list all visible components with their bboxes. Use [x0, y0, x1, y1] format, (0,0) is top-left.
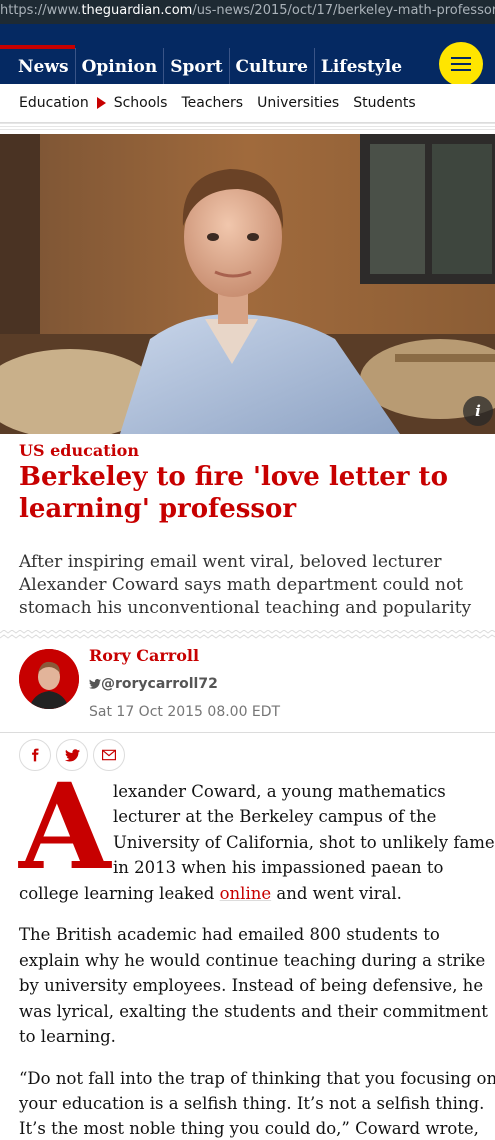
- body-line: The British academic had emailed 800 stu…: [19, 925, 440, 944]
- body-line: was lyrical, exalting the students and t…: [19, 1002, 488, 1021]
- body-line: It’s the most noble thing you could do,”…: [19, 1119, 479, 1138]
- subnav-link-schools[interactable]: Schools: [114, 95, 168, 111]
- publish-date: Sat 17 Oct 2015 08.00 EDT: [89, 704, 281, 720]
- pillar-list: News Opinion Sport Culture Lifestyle: [0, 45, 408, 84]
- pillar-news[interactable]: News: [0, 45, 75, 84]
- body-line: in 2013 when his impassioned paean to: [113, 858, 444, 877]
- body-line: University of California, shot to unlike…: [113, 833, 495, 852]
- hamburger-icon: [451, 57, 471, 59]
- subnav-link-students[interactable]: Students: [353, 95, 415, 111]
- body-line: lexander Coward, a young mathematics: [113, 782, 446, 801]
- url-bar[interactable]: https://www.theguardian.com/us-news/2015…: [0, 0, 495, 24]
- hero-image: [0, 134, 495, 434]
- body-text: college learning leaked: [19, 884, 220, 903]
- divider-lines: [0, 123, 495, 131]
- pillar-nav: News Opinion Sport Culture Lifestyle: [0, 45, 495, 84]
- byline-divider: [0, 732, 495, 733]
- url-path: /us-news/2015/oct/17/berkeley-math-profe…: [192, 3, 495, 18]
- triangle-right-icon: [96, 97, 106, 109]
- pillar-opinion[interactable]: Opinion: [74, 48, 164, 84]
- pillar-sport[interactable]: Sport: [163, 48, 228, 84]
- body-line: your education is a selfish thing. It’s …: [19, 1094, 485, 1113]
- body-line: “Do not fall into the trap of thinking t…: [19, 1069, 495, 1088]
- section-kicker[interactable]: US education: [19, 441, 139, 460]
- subnav-link-teachers[interactable]: Teachers: [181, 95, 243, 111]
- article-standfirst: After inspiring email went viral, belove…: [19, 552, 472, 618]
- image-info-button[interactable]: i: [463, 396, 493, 426]
- subnav-link-universities[interactable]: Universities: [257, 95, 339, 111]
- drop-cap: A: [19, 757, 111, 896]
- twitter-handle[interactable]: @rorycarroll72: [89, 676, 218, 692]
- pillar-culture[interactable]: Culture: [228, 48, 314, 84]
- online-link[interactable]: online: [220, 884, 272, 903]
- menu-button[interactable]: [439, 42, 483, 86]
- pillar-lifestyle[interactable]: Lifestyle: [313, 48, 408, 84]
- body-line: explain why he would continue teaching d…: [19, 951, 486, 970]
- body-line: lecturer at the Berkeley campus of the: [113, 807, 437, 826]
- author-name[interactable]: Rory Carroll: [89, 646, 199, 665]
- twitter-handle-text: @rorycarroll72: [101, 676, 218, 692]
- article-headline: Berkeley to fire 'love letter to learnin…: [19, 462, 448, 524]
- url-prefix: https://www.: [0, 3, 82, 18]
- portrait-photo: [0, 134, 495, 434]
- body-line: by university employees. Instead of bein…: [19, 976, 484, 995]
- body-line: to learning.: [19, 1027, 116, 1046]
- sub-nav: Education Schools Teachers Universities …: [0, 84, 495, 123]
- body-text: and went viral.: [271, 884, 402, 903]
- url-host: theguardian.com: [81, 3, 193, 18]
- body-line: college learning leaked online and went …: [19, 883, 402, 905]
- twitter-bird-icon: [89, 679, 101, 689]
- zigzag-divider: [0, 630, 495, 639]
- author-photo: [19, 649, 79, 709]
- subnav-section-education[interactable]: Education: [19, 95, 89, 111]
- author-avatar[interactable]: [19, 649, 79, 709]
